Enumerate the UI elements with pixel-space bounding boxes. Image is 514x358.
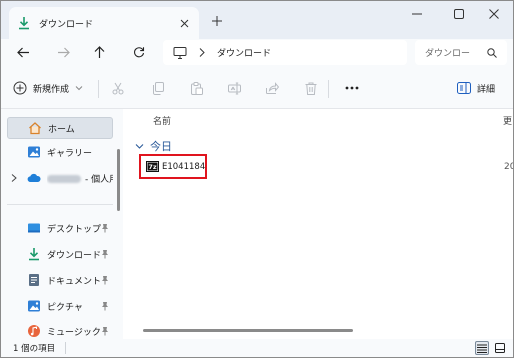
sidebar-item-home[interactable]: ホーム [7,117,113,139]
file-name: E1041184 [162,161,206,172]
tab-downloads[interactable]: ダウンロード [9,7,199,39]
search-placeholder: ダウンロー [425,49,471,59]
column-header-modified[interactable]: 更 [503,114,512,127]
sidebar-scrollbar[interactable] [117,149,120,211]
paste-icon[interactable] [190,81,204,95]
search-input[interactable]: ダウンロー [415,40,507,65]
sidebar-item-pictures[interactable]: ピクチャ [7,295,113,317]
new-tab-button[interactable] [210,14,224,28]
delete-icon[interactable] [304,81,318,95]
close-tab-icon[interactable] [177,16,191,30]
new-button[interactable]: 新規作成 [13,80,83,96]
more-options-button[interactable] [344,81,360,95]
sidebar-item-desktop[interactable]: デスクトップ [7,217,113,239]
pin-icon [101,223,109,233]
horizontal-scrollbar[interactable] [143,329,353,332]
share-icon[interactable] [265,81,279,95]
item-count: 1 個の項目 [13,344,56,354]
chevron-right-icon[interactable] [11,174,19,182]
pin-icon [101,249,109,259]
file-item[interactable]: 7z E1041184 [139,154,207,179]
details-pane-icon [457,82,471,94]
search-icon [487,47,497,58]
back-button[interactable] [15,44,31,60]
pictures-icon [27,299,41,313]
status-divider [65,342,67,354]
refresh-button[interactable] [131,44,147,60]
music-icon [27,324,41,338]
file-list-pane: 名前 更 今日 7z E1041184 20 [129,109,513,339]
this-pc-icon [173,46,187,59]
svg-text:7z: 7z [148,163,157,171]
add-circle-icon [13,81,27,95]
chevron-right-icon [199,48,207,57]
toolbar-divider [98,80,99,98]
home-icon [28,121,42,135]
group-header-today[interactable]: 今日 [135,138,172,154]
column-header-name[interactable]: 名前 [153,114,171,127]
sidebar-item-downloads[interactable]: ダウンロード [7,243,113,265]
cut-icon[interactable] [111,81,125,95]
details-pane-button[interactable]: 詳細 [457,80,495,96]
group-label: 今日 [150,140,172,153]
redacted-account-name [47,175,81,183]
forward-button[interactable] [55,44,71,60]
minimize-button[interactable] [410,7,424,21]
sidebar-item-label: - 個人用 [47,172,113,185]
title-bar: ダウンロード [1,1,513,39]
breadcrumb-downloads[interactable]: ダウンロード [217,46,271,59]
gallery-icon [27,145,41,159]
onedrive-cloud-icon [27,171,41,185]
pin-icon [101,326,109,336]
rename-icon[interactable] [227,81,241,95]
chevron-down-icon [75,84,83,92]
download-icon [17,16,31,30]
up-button[interactable] [91,44,107,60]
navigation-bar: ダウンロード ダウンロー [1,39,513,67]
sidebar-item-documents[interactable]: ドキュメント [7,269,113,291]
tab-label: ダウンロード [39,19,94,30]
sidebar-item-label: ギャラリー [47,148,93,159]
sidebar-item-label: デスクトップ [47,224,101,235]
address-bar[interactable]: ダウンロード [163,40,407,65]
sidebar-item-label: ドキュメント [47,276,101,287]
chevron-down-icon [135,142,144,151]
maximize-button[interactable] [452,7,466,21]
close-window-button[interactable] [487,7,501,21]
documents-icon [27,273,41,287]
status-bar: 1 個の項目 [1,339,513,357]
copy-icon[interactable] [151,81,165,95]
command-bar: 新規作成 詳細 [1,67,513,109]
download-icon [27,247,41,261]
details-view-button[interactable] [475,341,489,355]
sidebar-item-onedrive[interactable]: - 個人用 [7,167,113,189]
file-modified-date: 20 [504,162,513,172]
sidebar-item-label: ピクチャ [47,302,83,313]
sidebar-divider [7,204,113,205]
pin-icon [101,301,109,311]
file-explorer-window: ダウンロード ダウンロード ダウンロー 新規作成 詳細 ホーム ギャラリー - … [0,0,514,358]
sidebar-item-gallery[interactable]: ギャラリー [7,141,113,163]
7z-archive-icon: 7z [146,161,159,172]
sidebar-item-label: ホーム [48,124,75,135]
toolbar-divider [328,80,329,98]
sidebar-item-label: ミュージック [47,327,101,338]
new-button-label: 新規作成 [33,84,70,95]
navigation-pane: ホーム ギャラリー - 個人用 デスクトップ [1,109,123,339]
sidebar-item-label: ダウンロード [47,250,101,261]
pin-icon [101,275,109,285]
desktop-folder-icon [27,221,41,235]
large-icons-view-button[interactable] [493,341,507,355]
details-label: 詳細 [477,84,496,95]
